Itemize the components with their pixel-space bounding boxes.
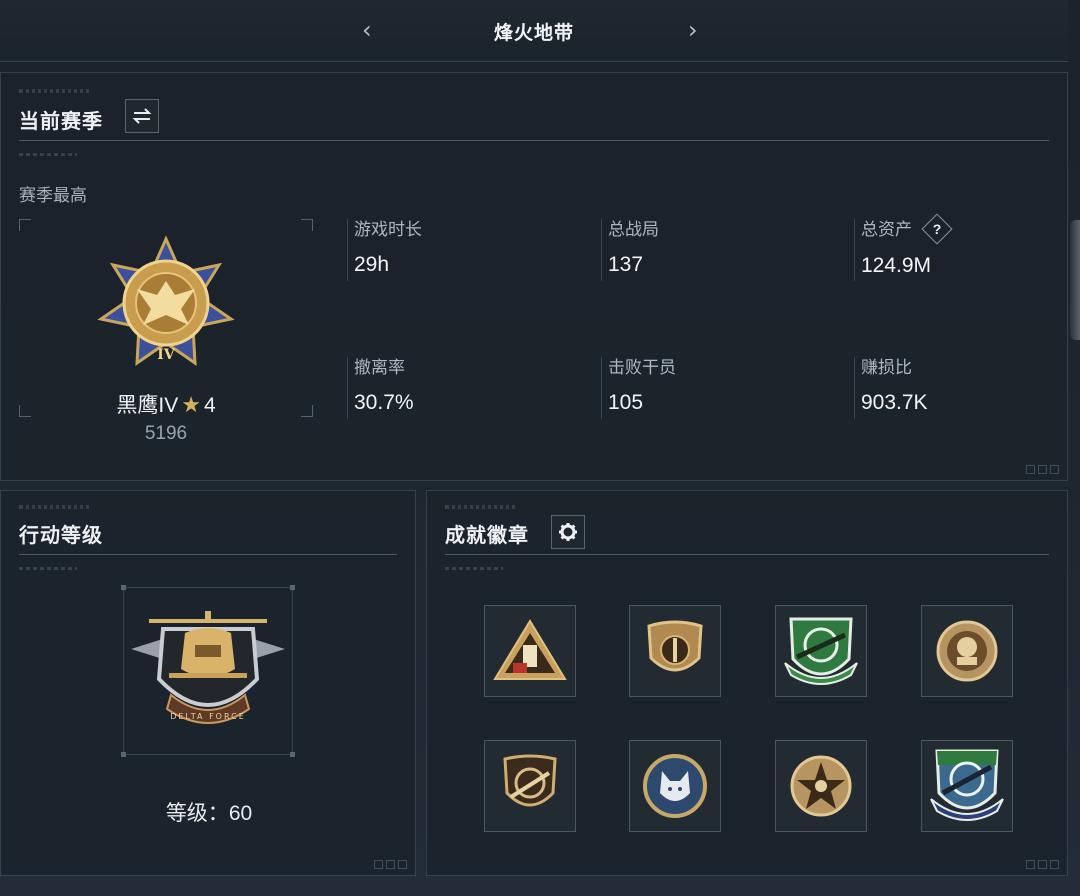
panel-deco — [445, 505, 515, 509]
rank-stars: 4 — [203, 394, 216, 417]
panel-deco — [19, 505, 89, 509]
page-title: 烽火地带 — [493, 23, 574, 44]
corner-deco — [1026, 860, 1059, 869]
skull-badge-icon — [936, 620, 998, 682]
achievement-badge[interactable] — [775, 740, 867, 832]
rank-title: 黑鹰IV — [116, 394, 179, 417]
stat-total-matches: 总战局 137 — [601, 219, 821, 281]
achievement-badge[interactable] — [921, 605, 1013, 697]
panel-deco — [19, 153, 77, 156]
stat-label: 总战局 — [608, 220, 659, 239]
achievements-panel: 成就徽章 — [426, 490, 1068, 876]
gear-icon — [559, 523, 577, 541]
corner-deco — [1026, 465, 1059, 474]
swap-button[interactable] — [125, 99, 159, 133]
wolf-badge-icon — [643, 754, 707, 818]
stat-profit-ratio: 赚损比 903.7K — [854, 357, 1074, 419]
stat-total-assets: 总资产? 124.9M — [854, 212, 1074, 281]
panel-deco — [445, 567, 503, 570]
stat-value: 124.9M — [861, 253, 932, 277]
stat-label: 赚损比 — [861, 358, 912, 377]
stat-value: 105 — [608, 391, 644, 414]
achievements-heading: 成就徽章 — [445, 525, 529, 547]
corner-deco — [374, 860, 407, 869]
achievement-badge[interactable] — [921, 740, 1013, 832]
season-heading: 当前赛季 — [19, 111, 103, 133]
stat-extraction-rate: 撤离率 30.7% — [347, 357, 567, 419]
stat-value: 30.7% — [354, 391, 414, 414]
stat-kills: 击败干员 105 — [601, 357, 821, 419]
stat-label: 击败干员 — [608, 358, 676, 377]
panel-deco — [19, 567, 77, 570]
stat-value: 29h — [354, 253, 390, 276]
divider — [19, 140, 1049, 141]
stat-value: 137 — [608, 253, 644, 276]
triangle-badge-icon — [493, 619, 567, 680]
achievement-badge[interactable] — [484, 740, 576, 832]
svg-text:IV: IV — [157, 347, 176, 363]
blue-rifle-badge-icon — [930, 749, 1004, 821]
rifle-shield-badge-icon — [503, 754, 557, 807]
helicopter-level-badge-icon: DELTA FORCE — [131, 611, 285, 724]
panel-deco — [19, 89, 89, 93]
svg-text:DELTA FORCE: DELTA FORCE — [170, 712, 246, 721]
achievement-badge[interactable] — [484, 605, 576, 697]
rank-name: 黑鹰IV ★ 4 — [19, 389, 313, 419]
help-icon[interactable]: ? — [921, 212, 953, 245]
divider — [445, 554, 1049, 555]
stat-play-time: 游戏时长 29h — [347, 219, 567, 281]
action-level-heading: 行动等级 — [19, 525, 103, 547]
stat-label: 总资产 — [861, 220, 912, 239]
star-badge-icon — [790, 755, 852, 817]
level-value: 60 — [228, 802, 253, 825]
stat-label: 游戏时长 — [354, 220, 422, 239]
action-level-panel: 行动等级 DELTA FORCE 等级：60 — [0, 490, 416, 876]
black-hawk-rank-icon: IV — [97, 235, 235, 366]
chevron-right-icon[interactable]: › — [688, 16, 698, 44]
side-handle[interactable] — [1070, 220, 1080, 340]
swap-icon — [132, 108, 152, 124]
stat-value: 903.7K — [861, 391, 928, 414]
achievement-badge[interactable] — [775, 605, 867, 697]
level-readout: 等级：60 — [1, 797, 417, 827]
top-navigation: ‹ 烽火地带 › — [0, 0, 1068, 62]
shield-badge-icon — [647, 620, 703, 672]
level-label: 等级： — [165, 802, 229, 825]
achievement-badge[interactable] — [629, 605, 721, 697]
divider — [19, 554, 397, 555]
stat-label: 撤离率 — [354, 358, 405, 377]
green-rifle-badge-icon — [784, 617, 858, 685]
rank-score: 5196 — [144, 423, 188, 444]
achievement-badge[interactable] — [629, 740, 721, 832]
star-icon: ★ — [181, 392, 201, 417]
badge-settings-button[interactable] — [551, 515, 585, 549]
season-best-label: 赛季最高 — [19, 186, 87, 205]
season-panel: 当前赛季 赛季最高 IV 黑鹰IV ★ 4 5196 游戏时长 29h 总战局 13… — [0, 72, 1068, 481]
